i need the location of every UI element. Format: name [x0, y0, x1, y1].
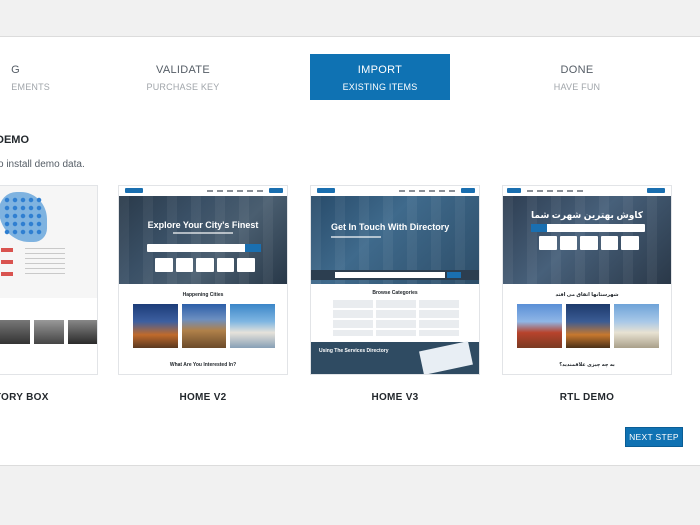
band-text: Using The Services Directory [319, 348, 389, 354]
step-subtitle: EMENTS [11, 82, 50, 92]
search-bar [147, 244, 261, 252]
demo-label: HOME V2 [179, 392, 227, 403]
category-tiles [539, 236, 639, 250]
step-subtitle: HAVE FUN [553, 82, 601, 92]
demo-card-rtl-demo[interactable]: کاوش بهترین شهرت شما شهرستانها اتفاق می … [502, 185, 672, 375]
logo-icon [125, 188, 143, 193]
thumbnail-header [311, 186, 479, 196]
search-strip [311, 270, 479, 280]
demo-card-directory-box[interactable] [0, 185, 98, 375]
section-heading: Happening Cities [182, 292, 224, 298]
hero-title: Explore Your City's Finest [147, 220, 259, 230]
demo-label: HOME V3 [371, 392, 419, 403]
next-step-button[interactable]: NEXT STEP [625, 427, 683, 447]
step-subtitle: EXISTING ITEMS [342, 82, 418, 92]
logo-icon [317, 188, 335, 193]
demo-card-home-v2[interactable]: Explore Your City's Finest Happening Cit… [118, 185, 288, 375]
demo-label: CTORY BOX [0, 392, 49, 403]
search-bar [531, 224, 645, 232]
step-import[interactable]: IMPORT EXISTING ITEMS [310, 54, 450, 100]
step-elements[interactable]: G EMENTS [0, 54, 50, 100]
hero-title: Get In Touch With Directory [331, 222, 450, 232]
map-thumbnail [0, 186, 97, 298]
thumbnail-header [503, 186, 671, 196]
info-band: Using The Services Directory [311, 341, 479, 374]
thumbnail-header [119, 186, 287, 196]
listing-thumbnails [0, 320, 97, 344]
section-description: o install demo data. [0, 159, 85, 170]
hero-image: Explore Your City's Finest [119, 196, 287, 284]
section-heading: Browse Categories [372, 290, 418, 296]
step-validate[interactable]: VALIDATE PURCHASE KEY [118, 54, 248, 100]
demo-label: RTL DEMO [559, 392, 615, 403]
demo-card-home-v3[interactable]: Get In Touch With Directory Browse Categ… [310, 185, 480, 375]
logo-icon [647, 188, 665, 193]
footer-heading: به چه چیزی علاقمندید؟ [559, 362, 615, 368]
step-done[interactable]: DONE HAVE FUN [512, 54, 642, 100]
hero-image: کاوش بهترین شهرت شما [503, 196, 671, 284]
section-heading: شهرستانها اتفاق می افتد [555, 292, 619, 298]
city-photos [133, 304, 276, 348]
nav-bar [207, 190, 267, 192]
setup-wizard-panel: G EMENTS VALIDATE PURCHASE KEY IMPORT EX… [0, 36, 700, 466]
cta-button-icon [461, 188, 475, 193]
wizard-steps: G EMENTS VALIDATE PURCHASE KEY IMPORT EX… [0, 54, 700, 104]
section-title: DEMO [0, 134, 29, 146]
category-grid [333, 300, 459, 336]
city-photos [517, 304, 660, 348]
footer-heading: What Are You Interested In? [169, 362, 237, 368]
cta-button-icon [269, 188, 283, 193]
step-title: G [11, 64, 20, 76]
step-title: DONE [560, 64, 594, 76]
hero-title: کاوش بهترین شهرت شما [531, 210, 643, 220]
step-title: IMPORT [357, 64, 403, 76]
nav-bar [399, 190, 459, 192]
step-title: VALIDATE [156, 64, 210, 76]
step-subtitle: PURCHASE KEY [146, 82, 220, 92]
category-tiles [155, 258, 255, 272]
cta-button-icon [507, 188, 521, 193]
nav-bar [527, 190, 587, 192]
